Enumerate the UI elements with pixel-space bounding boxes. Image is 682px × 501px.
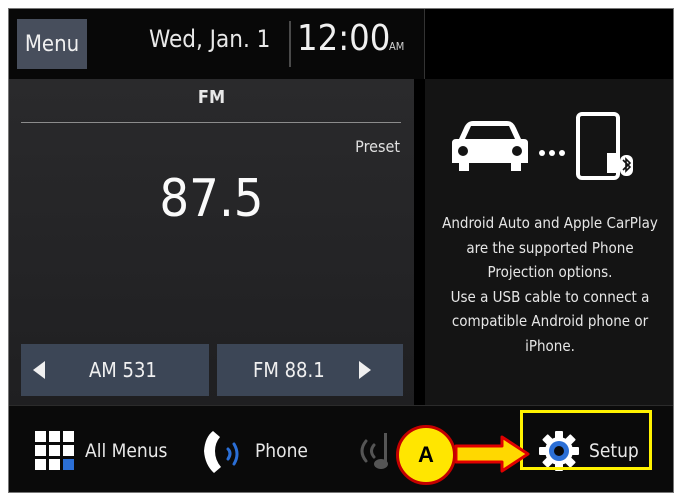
frequency-display: 87.5 bbox=[159, 169, 264, 229]
date-display: Wed, Jan. 1 bbox=[149, 25, 271, 53]
message-line: Projection options. bbox=[487, 263, 613, 281]
prev-station-label: AM 531 bbox=[89, 358, 157, 382]
all-menus-label: All Menus bbox=[85, 440, 168, 462]
clock-ampm: AM bbox=[389, 40, 405, 53]
radio-panel[interactable]: FM Preset 87.5 AM 531 FM 88.1 bbox=[9, 79, 414, 405]
band-title: FM bbox=[197, 87, 226, 108]
menu-button[interactable]: Menu bbox=[17, 19, 87, 69]
divider bbox=[21, 122, 401, 123]
status-bar: Menu Wed, Jan. 1 12:00 AM bbox=[9, 9, 425, 79]
projection-illustration bbox=[452, 112, 633, 180]
phone-label: Phone bbox=[255, 440, 308, 462]
message-line: Android Auto and Apple CarPlay bbox=[442, 214, 658, 232]
divider bbox=[424, 9, 425, 79]
chevron-right-icon bbox=[358, 361, 371, 379]
clock-display: 12:00 bbox=[297, 18, 391, 59]
next-station-button[interactable]: FM 88.1 bbox=[217, 344, 403, 396]
red-arrow-icon bbox=[454, 435, 530, 473]
message-line: iPhone. bbox=[525, 336, 575, 355]
setup-highlight-box bbox=[520, 410, 652, 470]
divider bbox=[289, 21, 291, 67]
car-icon bbox=[452, 121, 528, 171]
message-line: are the supported Phone bbox=[466, 238, 634, 257]
next-station-label: FM 88.1 bbox=[253, 358, 325, 382]
phone-usb-bluetooth-icon bbox=[576, 112, 633, 180]
phone-projection-panel: Android Auto and Apple CarPlay are the s… bbox=[425, 79, 673, 405]
ellipsis-icon bbox=[539, 150, 565, 156]
all-menus-button[interactable]: All Menus bbox=[35, 426, 167, 476]
chevron-left-icon bbox=[33, 361, 45, 379]
message-line: compatible Android phone or bbox=[451, 312, 649, 330]
callout-label: A bbox=[396, 425, 456, 485]
projection-message: Android Auto and Apple CarPlay are the s… bbox=[425, 211, 673, 358]
preset-button[interactable]: Preset bbox=[355, 137, 400, 156]
phone-icon bbox=[204, 431, 239, 473]
phone-button[interactable]: Phone bbox=[199, 426, 308, 476]
grid-icon bbox=[35, 431, 74, 470]
message-line: Use a USB cable to connect a bbox=[450, 287, 650, 306]
prev-station-button[interactable]: AM 531 bbox=[21, 344, 209, 396]
